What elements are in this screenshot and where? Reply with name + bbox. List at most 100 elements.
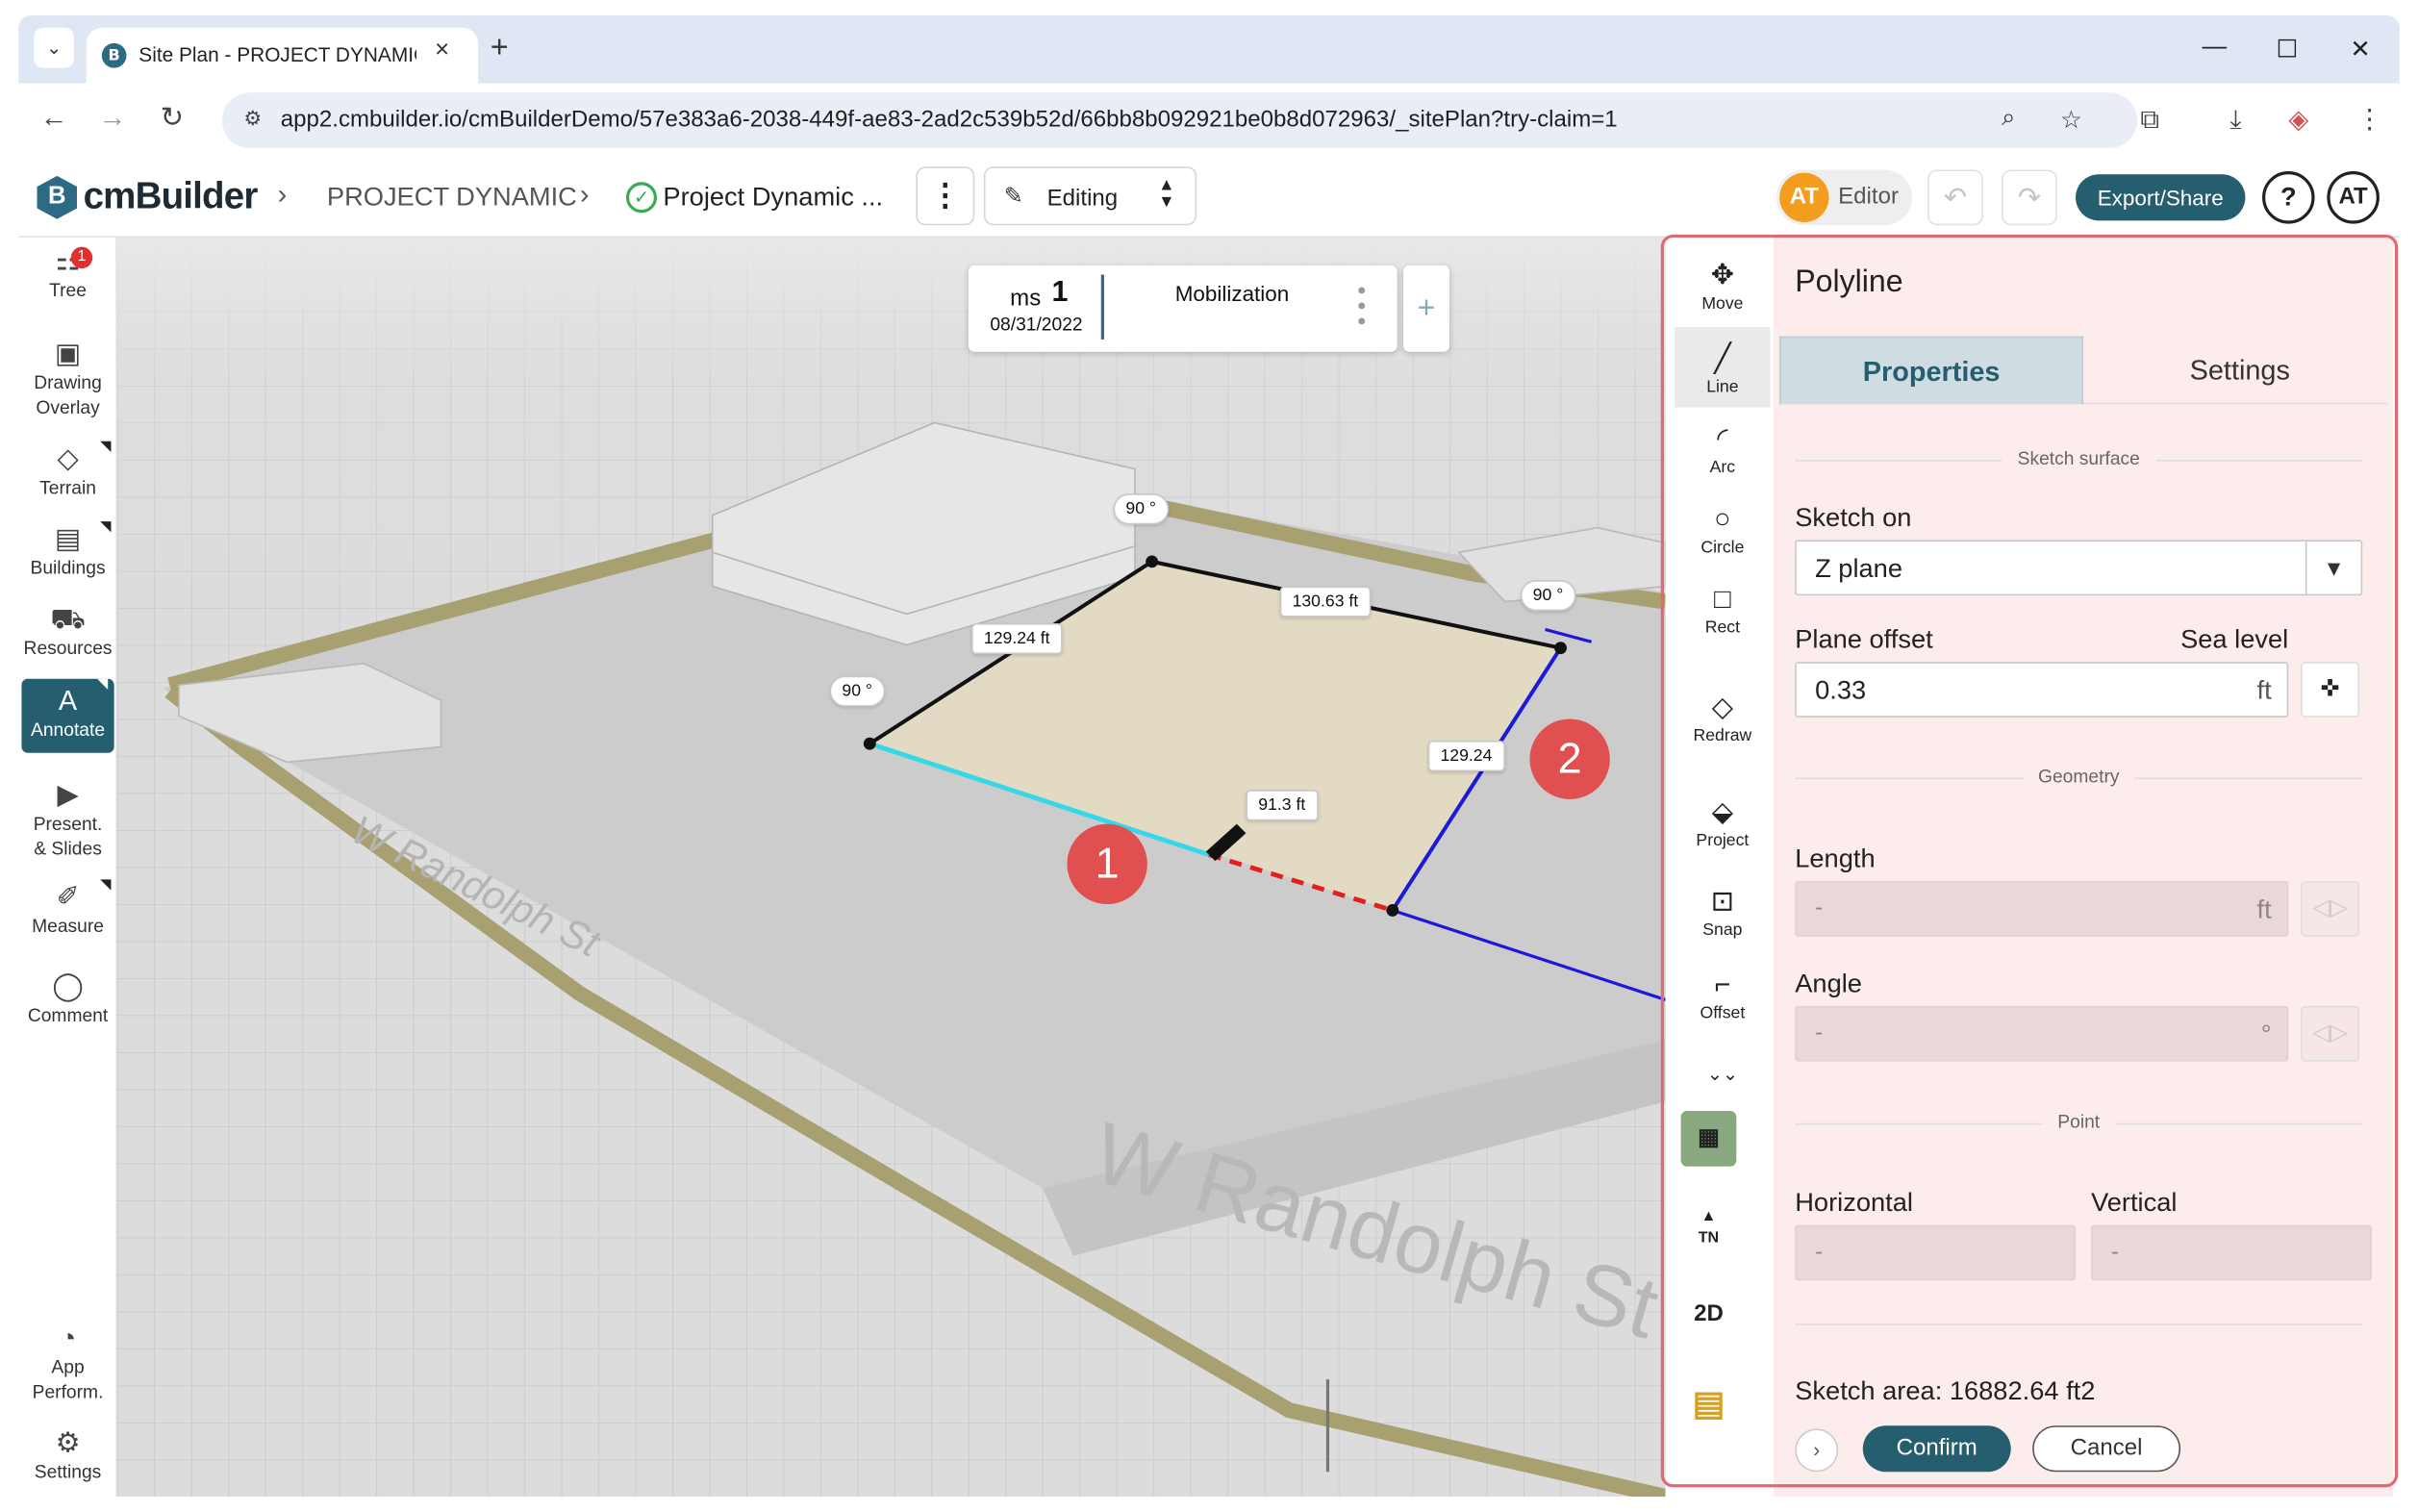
tab-properties[interactable]: Properties (1779, 336, 2084, 405)
site-plan-canvas[interactable]: W Randolph St W Randolph St 90 ° 90 ° 90… (116, 238, 1666, 1497)
move-icon: ✥ (1710, 259, 1734, 290)
app-header: B cmBuilder › PROJECT DYNAMIC › ✓ Projec… (18, 157, 2400, 239)
section-title: Sketch surface (1795, 447, 2362, 469)
plan-menu-button[interactable]: ⋮ (916, 166, 975, 226)
sidebar-item-label: Terrain (39, 476, 96, 499)
sidebar-item-terrain[interactable]: ◇ Terrain (18, 441, 117, 503)
plane-offset-value: 0.33 (1815, 675, 1867, 706)
maximize-icon[interactable]: ☐ (2276, 34, 2298, 64)
sidebar-item-label: Present. & Slides (33, 813, 103, 860)
new-tab-icon[interactable]: + (491, 31, 509, 66)
angle-flip-button[interactable]: ◁▷ (2301, 1005, 2360, 1062)
angle-unit: ° (2260, 1020, 2272, 1049)
close-window-icon[interactable]: ✕ (2350, 34, 2370, 64)
breadcrumb-project[interactable]: PROJECT DYNAMIC (327, 182, 577, 213)
color-layers-button[interactable]: ▤ (1680, 1375, 1737, 1432)
browser-address-bar: ← → ↻ ⚙ app2.cmbuilder.io/cmBuilderDemo/… (18, 83, 2400, 158)
cancel-button[interactable]: Cancel (2032, 1425, 2181, 1473)
tool-rect[interactable]: □ Rect (1675, 567, 1770, 647)
user-avatar[interactable]: AT (2327, 171, 2380, 224)
tool-project[interactable]: ⬙ Project (1675, 781, 1770, 861)
close-tab-icon[interactable]: × (435, 37, 449, 64)
length-input[interactable]: - ft (1795, 880, 2289, 937)
tool-line[interactable]: ╱ Line (1675, 327, 1771, 408)
expand-button[interactable]: › (1795, 1428, 1839, 1473)
add-milestone-button[interactable]: + (1403, 265, 1450, 352)
tool-move[interactable]: ✥ Move (1675, 243, 1770, 323)
tab-search-button[interactable]: ⌄ (34, 27, 74, 68)
browser-menu-icon[interactable]: ⋮ (2356, 105, 2382, 136)
sidebar-item-measure[interactable]: ✐ Measure (18, 879, 117, 941)
export-share-button[interactable]: Export/Share (2076, 174, 2246, 221)
sidebar-item-tree[interactable]: ⚏ 1 Tree (18, 243, 117, 312)
redo-button[interactable]: ↷ (2002, 169, 2057, 226)
url-input[interactable]: ⚙ app2.cmbuilder.io/cmBuilderDemo/57e383… (221, 92, 2138, 148)
sidebar-item-annotate[interactable]: A Annotate (21, 678, 114, 753)
angle-input[interactable]: - ° (1795, 1005, 2289, 1062)
browser-tab[interactable]: B Site Plan - PROJECT DYNAMIC × (86, 27, 479, 84)
sidebar-item-app-performance[interactable]: ◔ App Perform. (18, 1321, 117, 1407)
sidebar-item-label: Drawing Overlay (34, 371, 102, 418)
sidebar-item-label: Resources (23, 637, 113, 659)
breadcrumb-plan[interactable]: Project Dynamic ... (663, 182, 883, 213)
sidebar-item-comment[interactable]: ◯ Comment (18, 969, 117, 1030)
vertex[interactable] (863, 737, 876, 750)
sketch-area-text: Sketch area: 16882.64 ft2 (1795, 1375, 2096, 1406)
tool-redraw[interactable]: ◇ Redraw (1675, 676, 1770, 756)
site-info-icon[interactable]: ⚙ (243, 107, 262, 132)
gauge-icon: ◔ (59, 1322, 77, 1353)
milestone-card[interactable]: ms 1 08/31/2022 Mobilization ● ● ● (968, 265, 1398, 352)
true-north-button[interactable]: ▲ TN (1680, 1199, 1737, 1256)
back-icon[interactable]: ← (40, 102, 68, 135)
extensions-icon[interactable]: ⧉ (2140, 105, 2158, 136)
help-button[interactable]: ? (2262, 171, 2315, 224)
tool-label: Circle (1700, 538, 1745, 558)
sidebar-item-resources[interactable]: ⛟ Resources (18, 602, 117, 664)
sidebar-item-buildings[interactable]: ▤ Buildings (18, 521, 117, 583)
length-flip-button[interactable]: ◁▷ (2301, 880, 2360, 937)
rect-icon: □ (1714, 583, 1731, 615)
confirm-button[interactable]: Confirm (1862, 1425, 2011, 1473)
map-layer-button[interactable]: ▦ (1680, 1110, 1737, 1167)
sidebar-item-presentation[interactable]: ▶ Present. & Slides (18, 777, 117, 864)
undo-button[interactable]: ↶ (1927, 169, 1983, 226)
zoom-icon[interactable]: ⌕ (2002, 105, 2015, 133)
download-icon[interactable]: ⤓ (2229, 105, 2241, 136)
more-tools-button[interactable]: ⌄⌄ (1675, 1043, 1770, 1098)
sidebar-item-label: App Perform. (32, 1356, 104, 1403)
milestone-menu-icon[interactable]: ● ● ● (1357, 283, 1367, 330)
vertex[interactable] (1146, 555, 1159, 568)
minimize-icon[interactable]: — (2203, 34, 2228, 62)
sidebar-item-drawing-overlay[interactable]: ▣ Drawing Overlay (18, 337, 117, 423)
tool-snap[interactable]: ⊡ Snap (1675, 870, 1770, 950)
editor-badge[interactable]: AT Editor (1776, 169, 1913, 226)
plane-offset-input[interactable]: 0.33 ft (1795, 662, 2289, 718)
section-divider (1795, 1323, 2363, 1325)
horizontal-value: - (1815, 1239, 1824, 1266)
redraw-group: ◇ Redraw (1675, 675, 1771, 757)
profile-extension-icon[interactable]: ◈ (2288, 105, 2308, 136)
reload-icon[interactable]: ↻ (161, 102, 184, 135)
tool-circle[interactable]: ○ Circle (1675, 488, 1770, 567)
sidebar-item-label: Buildings (30, 557, 106, 579)
tool-offset[interactable]: ⌐ Offset (1675, 953, 1770, 1033)
vertical-input[interactable]: - (2091, 1224, 2372, 1281)
view-2d-button[interactable]: 2D (1680, 1286, 1737, 1343)
tab-settings[interactable]: Settings (2088, 337, 2392, 405)
tool-arc[interactable]: ◜ Arc (1675, 407, 1770, 487)
mode-select[interactable]: ✎ Editing ▲ ▼ (983, 166, 1197, 226)
forward-icon[interactable]: → (99, 102, 127, 135)
eraser-icon: ◇ (1711, 691, 1733, 722)
angle-value: - (1815, 1020, 1824, 1046)
vertex[interactable] (1386, 904, 1399, 917)
angle-label-top: 90 ° (1113, 493, 1169, 525)
sea-level-label: Sea level (2180, 624, 2289, 655)
sidebar-item-settings[interactable]: ⚙ Settings (18, 1425, 117, 1487)
redo-icon: ↷ (2017, 182, 2042, 214)
tool-label: Offset (1700, 1004, 1746, 1023)
sketch-on-select[interactable]: Z plane ▼ (1795, 540, 2363, 596)
horizontal-input[interactable]: - (1795, 1224, 2077, 1281)
pick-plane-button[interactable]: ✜ (2301, 662, 2360, 718)
vertex[interactable] (1554, 642, 1567, 655)
bookmark-star-icon[interactable]: ☆ (2060, 105, 2082, 136)
